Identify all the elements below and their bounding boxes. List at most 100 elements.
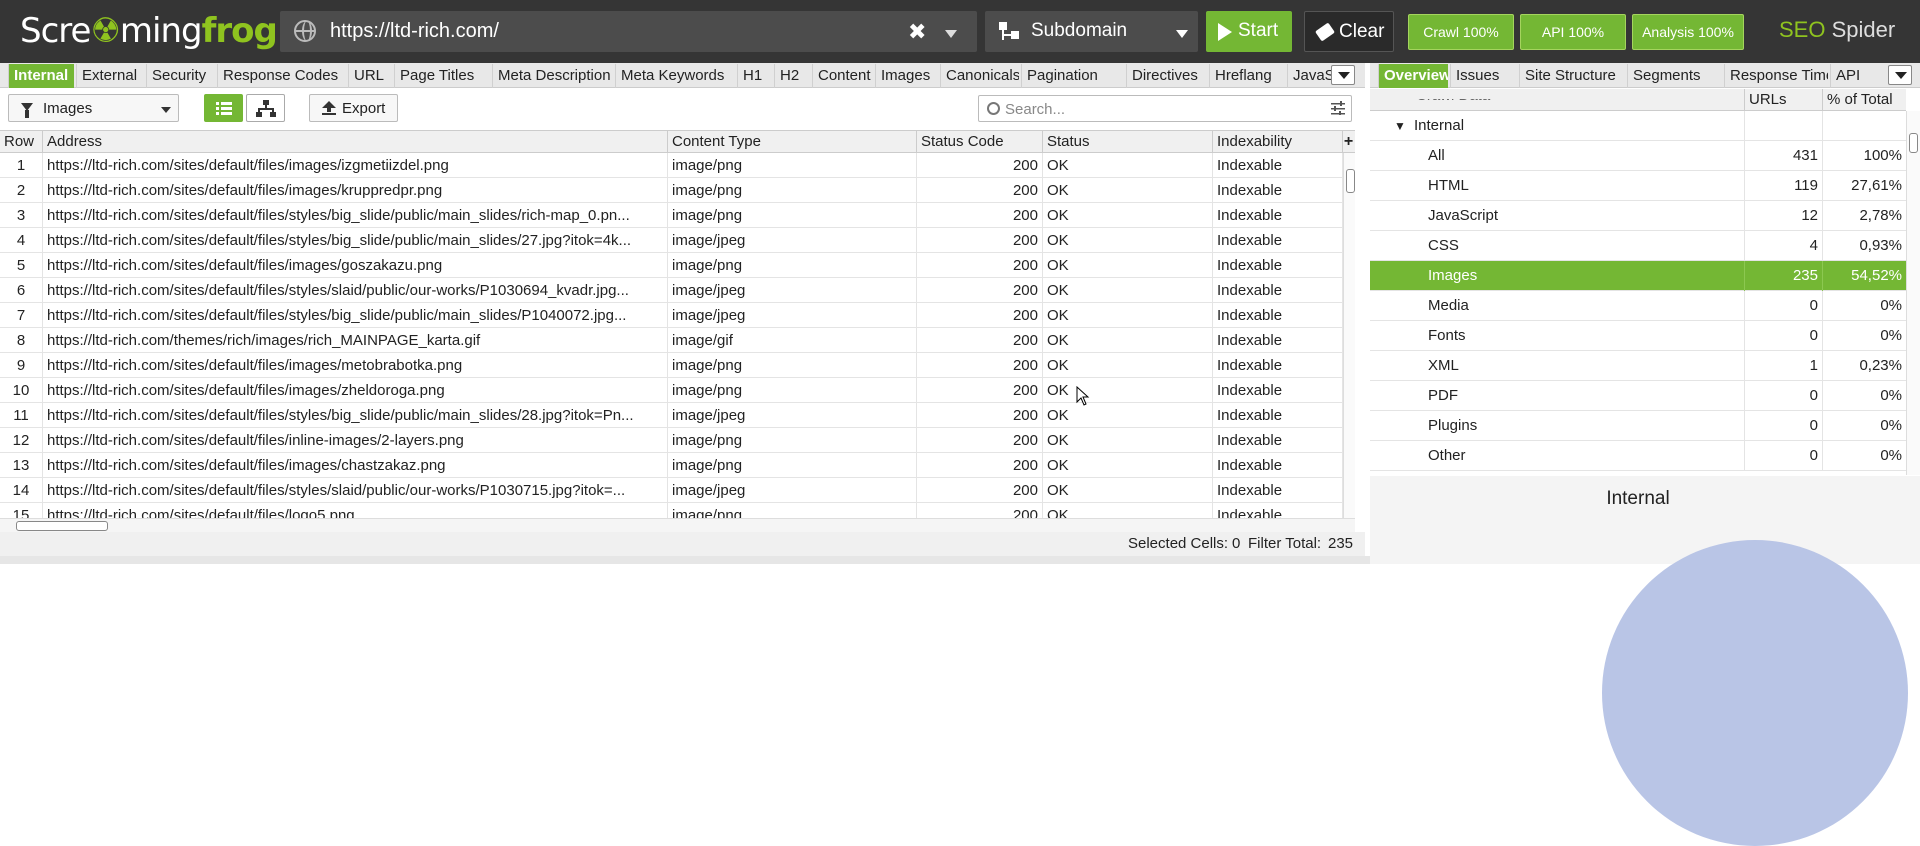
cell-address[interactable]: https://ltd-rich.com/sites/default/files…	[43, 353, 668, 378]
table-row[interactable]: 4 https://ltd-rich.com/sites/default/file…	[0, 228, 1345, 253]
more-tabs-dropdown-icon[interactable]	[1888, 65, 1912, 85]
cell-status-code[interactable]: 200	[917, 478, 1043, 503]
table-row[interactable]: 13 https://ltd-rich.com/sites/default/fil…	[0, 453, 1345, 478]
filter-dropdown[interactable]: Images	[8, 94, 179, 122]
url-input[interactable]: https://ltd-rich.com/	[330, 20, 499, 43]
tab-response-codes[interactable]: Response Codes	[217, 64, 346, 88]
more-tabs-dropdown-icon[interactable]	[1331, 65, 1355, 85]
list-view-button[interactable]	[204, 94, 243, 122]
cell-content-type[interactable]: image/gif	[668, 328, 917, 353]
tab-page-titles[interactable]: Page Titles	[394, 64, 490, 88]
cell-address[interactable]: https://ltd-rich.com/sites/default/files…	[43, 378, 668, 403]
scroll-thumb[interactable]	[16, 521, 108, 531]
overview-row-pdf[interactable]: PDF 0 0%	[1370, 381, 1906, 411]
overview-row-other[interactable]: Other 0 0%	[1370, 441, 1906, 471]
internal-group-row[interactable]: ▼ Internal	[1370, 111, 1906, 141]
cell-row[interactable]: 13	[0, 453, 43, 478]
cell-content-type[interactable]: image/jpeg	[668, 278, 917, 303]
column-header-status[interactable]: Status	[1043, 131, 1213, 153]
cell-status-code[interactable]: 200	[917, 503, 1043, 518]
cell-row[interactable]: 5	[0, 253, 43, 278]
cell-row[interactable]: 11	[0, 403, 43, 428]
cell-status-code[interactable]: 200	[917, 353, 1043, 378]
cell-status-code[interactable]: 200	[917, 428, 1043, 453]
overview-row-html[interactable]: HTML 119 27,61%	[1370, 171, 1906, 201]
cell-row[interactable]: 2	[0, 178, 43, 203]
tab-site-structure[interactable]: Site Structure	[1519, 64, 1625, 88]
cell-indexability[interactable]: Indexable	[1213, 378, 1343, 403]
cell-address[interactable]: https://ltd-rich.com/sites/default/files…	[43, 228, 668, 253]
table-row[interactable]: 8 https://ltd-rich.com/themes/rich/images…	[0, 328, 1345, 353]
tab-response-times[interactable]: Response Times	[1724, 64, 1828, 88]
cell-status[interactable]: OK	[1043, 253, 1213, 278]
grid-horizontal-scrollbar[interactable]	[0, 518, 1355, 532]
tab-canonicals[interactable]: Canonicals	[940, 64, 1019, 88]
overview-row-xml[interactable]: XML 1 0,23%	[1370, 351, 1906, 381]
tab-h1[interactable]: H1	[737, 64, 772, 88]
cell-content-type[interactable]: image/jpeg	[668, 303, 917, 328]
cell-row[interactable]: 8	[0, 328, 43, 353]
cell-indexability[interactable]: Indexable	[1213, 328, 1343, 353]
cell-status[interactable]: OK	[1043, 278, 1213, 303]
scroll-thumb[interactable]	[1346, 169, 1355, 193]
cell-row[interactable]: 4	[0, 228, 43, 253]
crawl-mode-select[interactable]: Subdomain	[985, 11, 1198, 52]
overview-row-media[interactable]: Media 0 0%	[1370, 291, 1906, 321]
collapse-triangle-icon[interactable]: ▼	[1394, 111, 1406, 141]
tab-directives[interactable]: Directives	[1126, 64, 1207, 88]
cell-row[interactable]: 6	[0, 278, 43, 303]
cell-status[interactable]: OK	[1043, 403, 1213, 428]
cell-status-code[interactable]: 200	[917, 228, 1043, 253]
table-row[interactable]: 1 https://ltd-rich.com/sites/default/file…	[0, 153, 1345, 178]
tab-meta-description[interactable]: Meta Description	[492, 64, 613, 88]
tree-view-button[interactable]	[246, 94, 285, 122]
cell-status[interactable]: OK	[1043, 378, 1213, 403]
tab-security[interactable]: Security	[146, 64, 215, 88]
cell-content-type[interactable]: image/jpeg	[668, 478, 917, 503]
cell-content-type[interactable]: image/png	[668, 203, 917, 228]
cell-row[interactable]: 3	[0, 203, 43, 228]
cell-content-type[interactable]: image/png	[668, 153, 917, 178]
cell-indexability[interactable]: Indexable	[1213, 253, 1343, 278]
column-header-row[interactable]: Row	[0, 131, 43, 153]
tab-pagination[interactable]: Pagination	[1021, 64, 1124, 88]
cell-address[interactable]: https://ltd-rich.com/sites/default/files…	[43, 453, 668, 478]
cell-status-code[interactable]: 200	[917, 253, 1043, 278]
grid-vertical-scrollbar[interactable]	[1343, 153, 1355, 518]
table-row[interactable]: 14 https://ltd-rich.com/sites/default/fil…	[0, 478, 1345, 503]
overview-row-all[interactable]: All 431 100%	[1370, 141, 1906, 171]
cell-indexability[interactable]: Indexable	[1213, 303, 1343, 328]
api-progress[interactable]: API 100%	[1520, 14, 1626, 50]
cell-row[interactable]: 10	[0, 378, 43, 403]
cell-status[interactable]: OK	[1043, 303, 1213, 328]
column-header-status-code[interactable]: Status Code	[917, 131, 1043, 153]
pie-chart[interactable]	[1602, 540, 1908, 846]
table-row[interactable]: 12 https://ltd-rich.com/sites/default/fil…	[0, 428, 1345, 453]
cell-content-type[interactable]: image/png	[668, 353, 917, 378]
tab-external[interactable]: External	[76, 64, 144, 88]
cell-content-type[interactable]: image/png	[668, 178, 917, 203]
cell-status-code[interactable]: 200	[917, 328, 1043, 353]
cell-status-code[interactable]: 200	[917, 378, 1043, 403]
cell-status[interactable]: OK	[1043, 353, 1213, 378]
cell-row[interactable]: 12	[0, 428, 43, 453]
cell-address[interactable]: https://ltd-rich.com/sites/default/files…	[43, 403, 668, 428]
cell-status-code[interactable]: 200	[917, 178, 1043, 203]
cell-status-code[interactable]: 200	[917, 453, 1043, 478]
table-row[interactable]: 7 https://ltd-rich.com/sites/default/file…	[0, 303, 1345, 328]
cell-status-code[interactable]: 200	[917, 303, 1043, 328]
cell-row[interactable]: 7	[0, 303, 43, 328]
cell-status-code[interactable]: 200	[917, 203, 1043, 228]
cell-content-type[interactable]: image/png	[668, 253, 917, 278]
clear-button[interactable]: Clear	[1304, 11, 1394, 52]
start-button[interactable]: Start	[1206, 11, 1292, 52]
cell-address[interactable]: https://ltd-rich.com/sites/default/files…	[43, 428, 668, 453]
crawl-data-group[interactable]: Crawl Data	[1370, 99, 1906, 111]
cell-row[interactable]: 9	[0, 353, 43, 378]
column-header-address[interactable]: Address	[43, 131, 668, 153]
add-column-icon[interactable]: +	[1342, 131, 1355, 153]
table-row[interactable]: 11 https://ltd-rich.com/sites/default/fil…	[0, 403, 1345, 428]
tab-meta-keywords[interactable]: Meta Keywords	[615, 64, 735, 88]
cell-content-type[interactable]: image/jpeg	[668, 228, 917, 253]
search-input[interactable]	[1005, 99, 1305, 119]
